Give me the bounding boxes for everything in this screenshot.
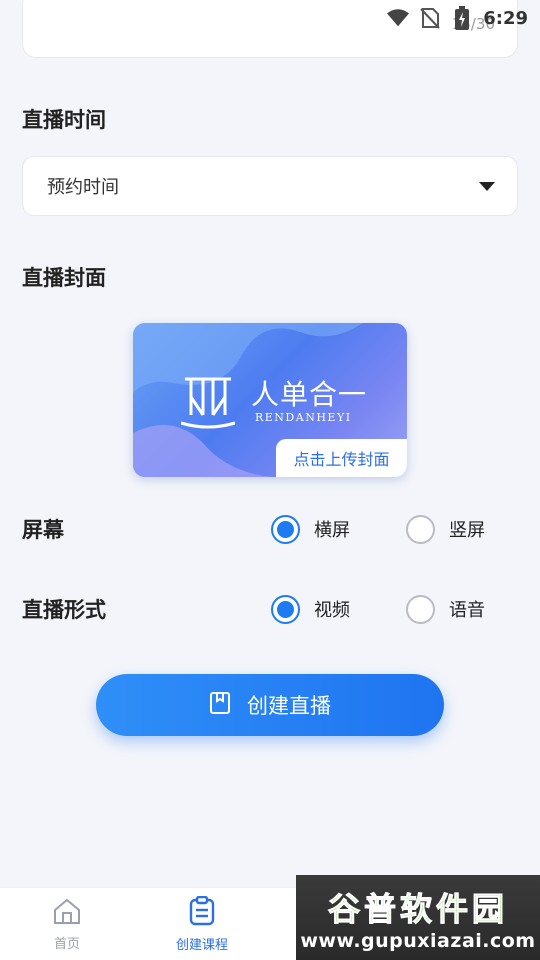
live-time-select[interactable]: 预约时间 [22, 156, 518, 216]
caret-down-icon [479, 182, 495, 191]
radio-video-label: 视频 [314, 600, 350, 621]
cover-brand-en: RENDANHEYI [255, 411, 352, 424]
home-icon [52, 897, 82, 929]
clipboard-icon [188, 895, 216, 930]
radio-video[interactable]: 视频 [271, 594, 350, 624]
watermark-cn: 谷普软件园 [327, 889, 508, 928]
live-format-label: 直播形式 [22, 598, 106, 622]
upload-cover-button[interactable]: 点击上传封面 [276, 439, 407, 477]
wifi-icon [387, 7, 410, 29]
radio-video-indicator [271, 594, 300, 624]
no-sim-icon [419, 7, 441, 29]
site-watermark: 谷普软件园 www.gupuxiazai.com [296, 875, 540, 960]
live-time-label: 直播时间 [22, 108, 106, 132]
radio-landscape[interactable]: 横屏 [271, 514, 350, 544]
live-cover-label: 直播封面 [22, 266, 106, 290]
live-format-row: 直播形式 视频 语音 [22, 589, 518, 629]
tab-create-course[interactable]: 创建课程 [147, 888, 257, 960]
screen-label: 屏幕 [22, 518, 64, 542]
cover-brand-cn: 人单合一 [251, 378, 368, 411]
radio-landscape-label: 横屏 [314, 520, 350, 541]
bookmark-icon [209, 691, 231, 720]
status-bar: 6:29 [0, 0, 540, 36]
radio-landscape-indicator [271, 514, 300, 544]
radio-audio-indicator [406, 594, 435, 624]
radio-audio[interactable]: 语音 [406, 594, 485, 624]
battery-charging-icon [451, 6, 473, 30]
radio-portrait[interactable]: 竖屏 [406, 514, 485, 544]
brand-logo-icon [180, 375, 236, 435]
tab-home-label: 首页 [53, 937, 80, 952]
radio-portrait-indicator [406, 514, 435, 544]
radio-portrait-label: 竖屏 [449, 520, 485, 541]
screen-row: 屏幕 横屏 竖屏 [22, 509, 518, 549]
radio-audio-label: 语音 [449, 600, 485, 621]
live-time-select-value: 预约时间 [47, 177, 119, 198]
tab-create-course-label: 创建课程 [175, 938, 228, 953]
watermark-en: www.gupuxiazai.com [300, 929, 536, 952]
create-live-label: 创建直播 [247, 694, 331, 718]
status-time: 6:29 [483, 7, 528, 29]
cover-image[interactable]: 人单合一 RENDANHEYI 点击上传封面 [133, 323, 407, 477]
create-live-button[interactable]: 创建直播 [96, 674, 444, 736]
tab-home[interactable]: 首页 [12, 888, 122, 960]
